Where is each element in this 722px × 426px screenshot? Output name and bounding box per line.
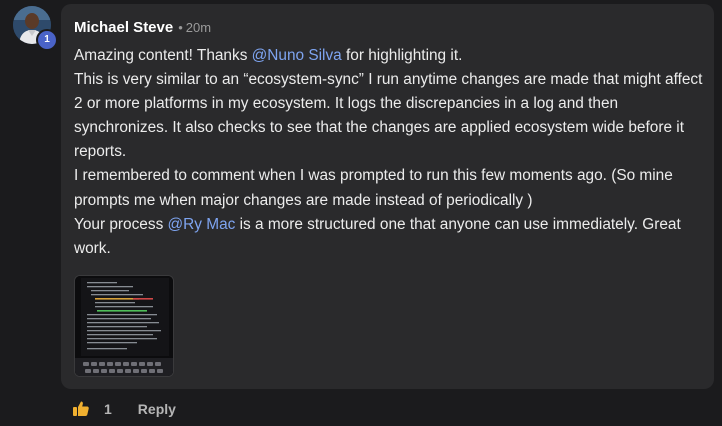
attachment-thumbnail[interactable] — [74, 275, 174, 377]
comment-text: Amazing content! Thanks — [74, 47, 252, 64]
comment-text: for highlighting it. — [341, 47, 463, 64]
comment-text: I remembered to comment when I was promp… — [74, 167, 673, 209]
comment-paragraph: Your process @Ry Mac is a more structure… — [74, 213, 704, 261]
separator-dot: • — [178, 20, 183, 35]
comment-thread: 1 Michael Steve • 20m Amazing content! T… — [0, 0, 722, 426]
comment-header: Michael Steve • 20m — [74, 19, 211, 36]
avatar-level-badge: 1 — [36, 29, 58, 51]
comment-text: Your process — [74, 215, 168, 233]
comment-paragraph: This is very similar to an “ecosystem-sy… — [74, 68, 704, 164]
author-name[interactable]: Michael Steve — [74, 19, 173, 36]
user-mention-link[interactable]: @Ry Mac — [168, 216, 236, 233]
reply-button[interactable]: Reply — [138, 401, 176, 417]
comment-text: This is very similar to an “ecosystem-sy… — [74, 71, 703, 161]
comment-body: Amazing content! Thanks @Nuno Silva for … — [74, 44, 704, 261]
user-mention-link[interactable]: @Nuno Silva — [252, 47, 342, 64]
comment-actions: 1 Reply — [72, 400, 176, 418]
author-avatar-container[interactable]: 1 — [13, 6, 58, 51]
comment-paragraph: Amazing content! Thanks @Nuno Silva for … — [74, 44, 704, 68]
comment-bubble: Michael Steve • 20m Amazing content! Tha… — [61, 4, 714, 389]
like-count: 1 — [104, 401, 112, 417]
thumbs-up-icon[interactable] — [72, 400, 90, 418]
comment-timestamp[interactable]: 20m — [186, 20, 211, 35]
comment-paragraph: I remembered to comment when I was promp… — [74, 164, 704, 212]
